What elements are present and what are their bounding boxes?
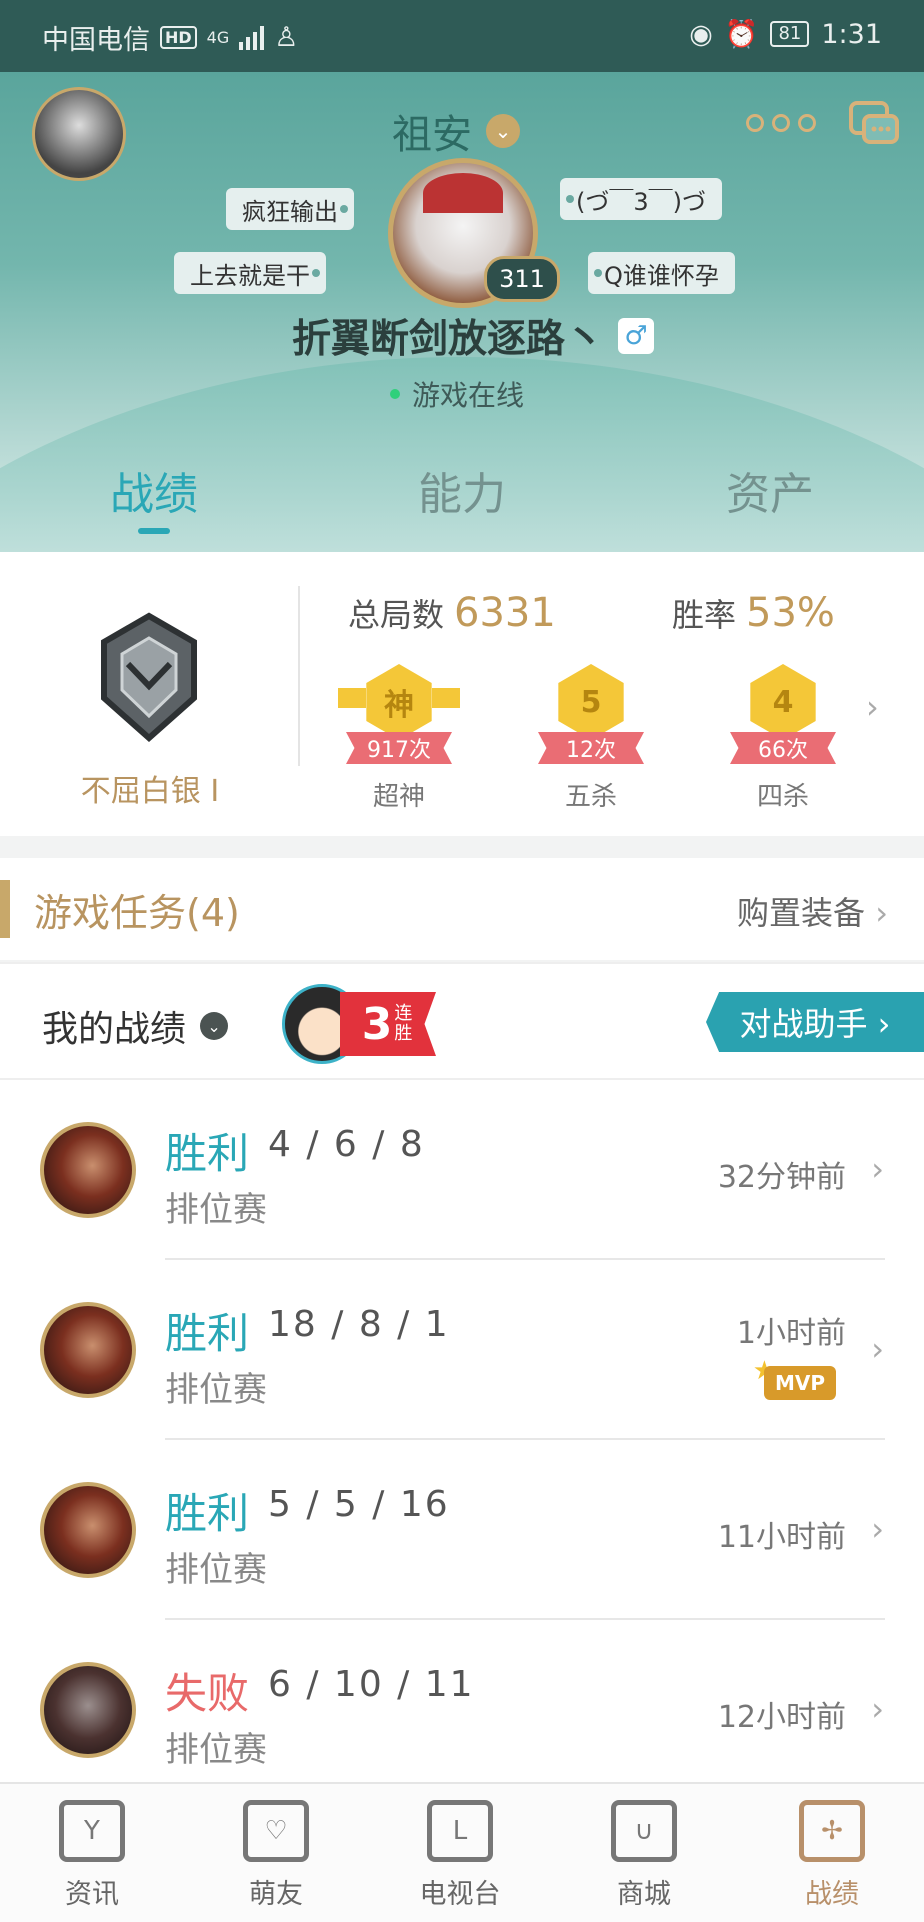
profile-tag: 上去就是干 — [174, 252, 326, 294]
match-list: 胜利 4 / 6 / 8 排位赛 32分钟前 › 胜利 18 / 8 / 1 排… — [0, 1078, 924, 1784]
buy-equipment-link[interactable]: 购置装备 › — [737, 888, 888, 934]
match-row[interactable]: 失败 6 / 10 / 11 排位赛 12小时前 › — [0, 1620, 924, 1800]
more-options-icon[interactable] — [746, 114, 816, 132]
match-mode: 排位赛 — [165, 1550, 267, 1590]
match-time: 12小时前 — [717, 1700, 846, 1735]
profile-title-text: 祖安 — [392, 112, 472, 158]
my-record-bar: 我的战绩 ⌄ 3 连胜 对战助手 › — [0, 962, 924, 1080]
match-result: 胜利 — [165, 1309, 250, 1358]
player-nickname: 折翼断剑放逐路丶 ♂ — [292, 308, 655, 364]
quadrakill-badge-icon: 4 — [750, 664, 816, 740]
profile-tag: (づ￣3￣)づ — [560, 178, 722, 220]
match-mode: 排位赛 — [165, 1190, 267, 1230]
match-kda: 18 / 8 / 1 — [268, 1304, 450, 1345]
chevron-right-icon: › — [875, 894, 888, 932]
chevron-down-icon: ⌄ — [200, 1012, 229, 1040]
total-games: 总局数 6331 — [348, 590, 556, 636]
chevron-right-icon: › — [871, 1150, 884, 1188]
match-time: 32分钟前 — [717, 1160, 846, 1195]
signal-icon — [239, 25, 265, 50]
tv-icon: L — [427, 1800, 493, 1862]
nav-item-store[interactable]: ∪ 商城 — [552, 1800, 736, 1911]
chat-icon[interactable] — [848, 100, 900, 148]
match-result: 胜利 — [165, 1129, 250, 1178]
chevron-right-icon[interactable]: › — [866, 688, 879, 726]
chevron-right-icon: › — [871, 1510, 884, 1548]
tab-assets[interactable]: 资产 — [616, 458, 924, 522]
eye-icon: ◉ — [689, 18, 713, 50]
male-gender-icon: ♂ — [618, 318, 655, 354]
champion-portrait — [40, 1482, 136, 1578]
nav-item-friends[interactable]: ♡ 萌友 — [184, 1800, 368, 1911]
rank-name: 不屈白银 I — [80, 774, 220, 809]
clock-time: 1:31 — [821, 18, 882, 50]
network-label: 4G — [206, 28, 230, 47]
record-icon: ✢ — [799, 1800, 865, 1862]
match-mode: 排位赛 — [165, 1370, 267, 1410]
match-kda: 5 / 5 / 16 — [268, 1484, 450, 1525]
qq-icon: ♙ — [274, 22, 299, 53]
online-status: 游戏在线 — [390, 374, 524, 414]
medal-quadrakill: 4 66次 四杀 — [708, 654, 858, 834]
nav-item-record[interactable]: ✢ 战绩 — [740, 1800, 924, 1911]
match-result: 胜利 — [165, 1489, 250, 1538]
match-time: 1小时前 — [736, 1316, 846, 1351]
profile-header: 祖安 ⌄ 311 疯狂输出 上去就是干 (づ￣3￣)づ Q谁谁怀孕 折翼断剑放逐… — [0, 72, 924, 552]
match-row[interactable]: 胜利 5 / 5 / 16 排位赛 11小时前 › — [0, 1440, 924, 1620]
divider — [298, 586, 300, 766]
game-tasks-row[interactable]: 游戏任务(4) 购置装备 › — [0, 858, 924, 960]
champion-portrait — [40, 1662, 136, 1758]
battery-icon: 81 — [770, 21, 810, 47]
match-row[interactable]: 胜利 4 / 6 / 8 排位赛 32分钟前 › — [0, 1080, 924, 1260]
win-rate: 胜率 53% — [672, 590, 835, 636]
nav-item-news[interactable]: Y 资讯 — [0, 1800, 184, 1911]
nav-item-tv[interactable]: L 电视台 — [368, 1800, 552, 1911]
stats-card[interactable]: 不屈白银 I 总局数 6331 胜率 53% 神 917次 超神 5 12次 五杀 … — [0, 552, 924, 836]
tab-ability[interactable]: 能力 — [308, 458, 616, 522]
match-result: 失败 — [165, 1669, 250, 1718]
win-streak-badge: 3 连胜 — [282, 982, 438, 1066]
status-bar: 中国电信 HD 4G ♙ ◉ ⏰ 81 1:31 — [0, 0, 924, 72]
legendary-badge-icon: 神 — [366, 664, 432, 740]
profile-title[interactable]: 祖安 ⌄ — [392, 102, 520, 160]
match-kda: 6 / 10 / 11 — [268, 1664, 475, 1705]
friends-icon: ♡ — [243, 1800, 309, 1862]
level-badge: 311 — [484, 256, 560, 302]
bottom-nav: Y 资讯 ♡ 萌友 L 电视台 ∪ 商城 ✢ 战绩 — [0, 1782, 924, 1922]
match-row[interactable]: 胜利 18 / 8 / 1 排位赛 1小时前 ★ MVP › — [0, 1260, 924, 1440]
medal-pentakill: 5 12次 五杀 — [516, 654, 666, 834]
medal-legendary: 神 917次 超神 — [324, 654, 474, 834]
match-time: 11小时前 — [717, 1520, 846, 1555]
hd-icon: HD — [160, 26, 197, 49]
battle-assistant-button[interactable]: 对战助手 › — [706, 992, 924, 1052]
chevron-right-icon: › — [871, 1690, 884, 1728]
alarm-icon: ⏰ — [724, 19, 759, 50]
news-icon: Y — [59, 1800, 125, 1862]
game-tasks-title: 游戏任务(4) — [34, 891, 240, 935]
profile-tag: 疯狂输出 — [226, 188, 354, 230]
carrier-label: 中国电信 — [42, 25, 150, 56]
account-avatar[interactable] — [32, 87, 126, 181]
chevron-right-icon: › — [871, 1330, 884, 1368]
pentakill-badge-icon: 5 — [558, 664, 624, 740]
store-icon: ∪ — [611, 1800, 677, 1862]
champion-portrait — [40, 1122, 136, 1218]
profile-tag: Q谁谁怀孕 — [588, 252, 735, 294]
online-dot-icon — [390, 389, 400, 399]
chevron-down-icon[interactable]: ⌄ — [486, 114, 520, 148]
rank-emblem-icon — [101, 612, 197, 742]
mvp-badge: MVP — [764, 1366, 836, 1400]
section-accent — [0, 880, 10, 938]
tab-record[interactable]: 战绩 — [0, 458, 308, 534]
champion-portrait — [40, 1302, 136, 1398]
my-record-dropdown[interactable]: 我的战绩 ⌄ — [42, 1000, 229, 1052]
match-mode: 排位赛 — [165, 1730, 267, 1770]
tab-active-indicator — [138, 528, 170, 534]
profile-tabs: 战绩 能力 资产 — [0, 458, 924, 548]
match-kda: 4 / 6 / 8 — [268, 1124, 425, 1165]
